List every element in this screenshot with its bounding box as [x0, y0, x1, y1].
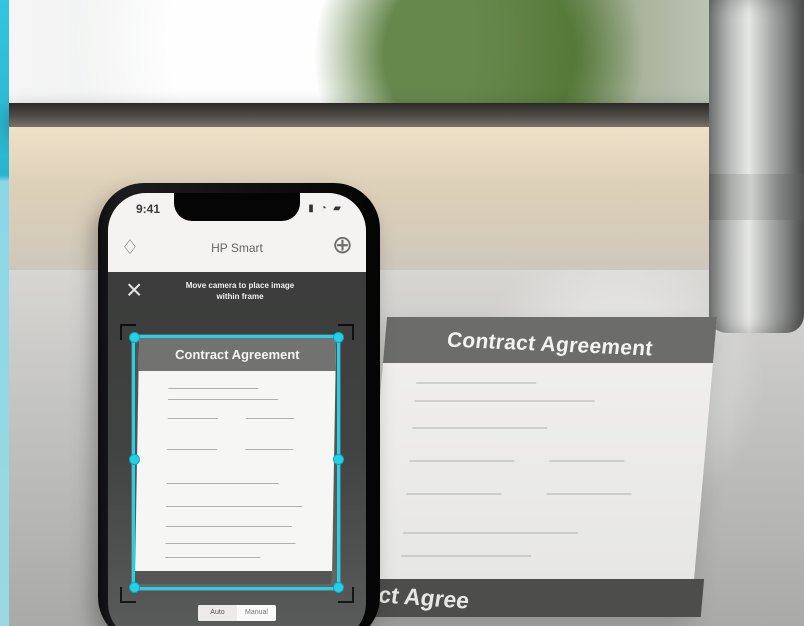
scan-frame-handle-middle-left[interactable]: [129, 454, 140, 465]
close-icon[interactable]: ×: [126, 276, 142, 304]
cup-band: [709, 174, 804, 220]
background-document-header: Contract Agreement: [382, 317, 717, 363]
window-frame: [9, 103, 804, 127]
app-title: HP Smart: [211, 241, 263, 255]
background-contract-document: Contract Agreement act Agree: [345, 317, 717, 617]
scan-frame-handle-middle-right[interactable]: [333, 454, 344, 465]
camera-capture-area: × Move camera to place image within fram…: [108, 272, 366, 626]
scan-frame[interactable]: [132, 335, 340, 590]
phone-screen: 9:41 ▮ ◔ ▰ ♢ HP Smart ⊕ × Move camera to…: [108, 193, 366, 626]
auto-mode-tab[interactable]: Auto: [198, 605, 237, 621]
scan-frame-handle-bottom-right[interactable]: [333, 582, 344, 593]
scan-frame-handle-top-right[interactable]: [333, 332, 344, 343]
camera-instruction: Move camera to place image within frame: [185, 281, 295, 301]
background-document-footer: act Agree: [345, 579, 705, 617]
status-time: 9:41: [136, 202, 161, 216]
capture-mode-toggle[interactable]: Auto Manual: [198, 605, 276, 621]
add-icon[interactable]: ⊕: [332, 230, 353, 260]
signal-wifi-battery-icons: ▮ ◔ ▰: [308, 203, 343, 214]
photo-scene: Contract Agreement act Agree 9:41 ▮ ◔ ▰ …: [0, 0, 804, 626]
smartphone: 9:41 ▮ ◔ ▰ ♢ HP Smart ⊕ × Move camera to…: [98, 183, 380, 626]
phone-notch: [174, 193, 300, 221]
manual-mode-tab[interactable]: Manual: [237, 605, 276, 621]
left-accent: [0, 0, 9, 626]
scan-frame-handle-top-left[interactable]: [129, 332, 140, 343]
app-header: ♢ HP Smart ⊕: [108, 225, 366, 273]
scan-frame-handle-bottom-left[interactable]: [129, 582, 140, 593]
metal-cup: [709, 0, 804, 333]
background-document-title: Contract Agreement: [445, 328, 655, 361]
window-background: [9, 0, 804, 120]
